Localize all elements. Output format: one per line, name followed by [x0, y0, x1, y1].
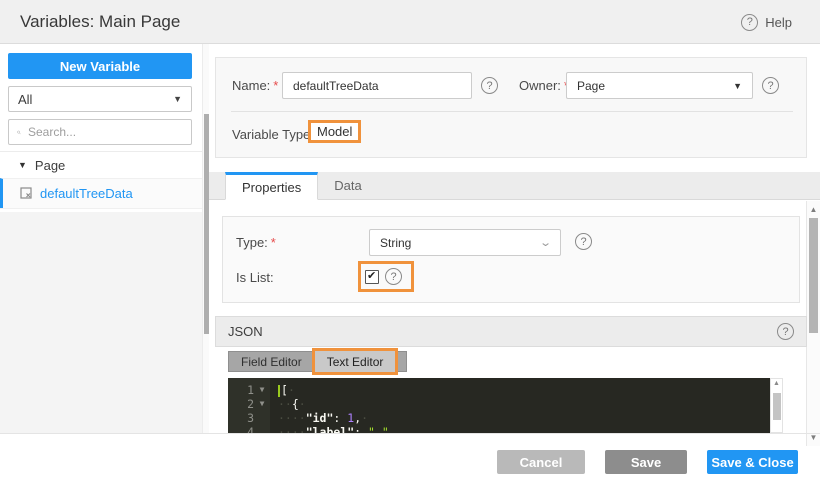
scroll-down-icon[interactable]: ▼ — [807, 433, 820, 442]
line-number: 3 — [247, 411, 254, 425]
name-label: Name: * — [232, 78, 279, 93]
code-line: 1 ▼ [· — [228, 383, 770, 397]
tab-bar: Properties Data — [209, 172, 820, 200]
variable-type-label: Variable Type: — [232, 127, 314, 142]
content-bottom-divider — [0, 433, 820, 434]
tree-item-defaultTreeData[interactable]: defaultTreeData — [0, 178, 202, 208]
new-variable-button[interactable]: New Variable — [8, 53, 192, 79]
variable-form-panel: Name:* ? Owner:* Page ▼ ? Variable Type:… — [215, 57, 807, 158]
sidebar-scrollbar-thumb[interactable] — [204, 114, 209, 334]
save-button[interactable]: Save — [605, 450, 687, 474]
model-variable-icon — [20, 187, 32, 199]
json-section-title: JSON — [228, 324, 263, 339]
variable-filter-value: All — [18, 91, 33, 107]
caret-down-icon: ▼ — [733, 80, 742, 91]
json-help-icon[interactable]: ? — [777, 323, 794, 340]
variables-sidebar: New Variable All ▼ ▼ Page defaultTreeDat… — [0, 44, 202, 433]
variables-dialog: Variables: Main Page ? Help New Variable… — [0, 0, 820, 490]
name-field[interactable] — [282, 72, 472, 99]
code-line: 3 ····"id": 1,· — [228, 411, 770, 425]
owner-select[interactable]: Page ▼ — [566, 72, 753, 99]
field-editor-button[interactable]: Field Editor — [228, 351, 315, 372]
owner-label: Owner:* — [519, 78, 569, 93]
is-list-highlight: ? — [358, 261, 414, 292]
editor-scrollbar-thumb[interactable] — [773, 393, 781, 420]
code-text: [· — [278, 383, 295, 397]
dialog-header: Variables: Main Page ? Help — [0, 0, 820, 44]
type-select[interactable]: String ⌄ — [369, 229, 561, 256]
line-number: 1 — [247, 383, 254, 397]
line-number: 2 — [247, 397, 254, 411]
code-text: ··{· — [278, 397, 306, 411]
type-label: Type: * — [236, 235, 276, 250]
fold-arrow-icon[interactable]: ▼ — [254, 383, 270, 397]
is-list-label: Is List: — [236, 270, 274, 285]
editor-scroll-up-icon[interactable]: ▲ — [771, 380, 782, 387]
owner-value: Page — [577, 78, 606, 93]
help-link[interactable]: ? Help — [741, 0, 792, 44]
name-input[interactable] — [283, 73, 471, 98]
fold-arrow-icon[interactable]: ▼ — [254, 397, 270, 411]
code-text: ····"id": 1,· — [278, 411, 369, 425]
search-icon — [17, 130, 21, 134]
tab-data[interactable]: Data — [318, 171, 377, 199]
line-number: 4 — [247, 425, 254, 433]
type-help-icon[interactable]: ? — [575, 233, 592, 250]
form-divider — [231, 111, 793, 112]
code-line: 2 ▼ ··{· — [228, 397, 770, 411]
tree-group-label: Page — [34, 157, 66, 173]
cancel-button[interactable]: Cancel — [497, 450, 585, 474]
sidebar-filler — [0, 212, 202, 433]
tab-properties[interactable]: Properties — [225, 172, 319, 200]
scroll-up-icon[interactable]: ▲ — [807, 205, 820, 214]
type-value: String — [380, 235, 412, 250]
is-list-help-icon[interactable]: ? — [385, 268, 402, 285]
is-list-checkbox[interactable] — [365, 269, 379, 284]
text-cursor — [278, 385, 280, 397]
owner-help-icon[interactable]: ? — [762, 77, 779, 94]
tree-item-label: defaultTreeData — [40, 186, 133, 201]
search-input[interactable] — [28, 125, 183, 139]
caret-down-icon: ▼ — [173, 94, 182, 104]
json-section-header: JSON ? — [215, 316, 807, 347]
editor-mode-buttons: Field Editor Text Editor — [228, 348, 408, 375]
code-line: 4 ····"label": "…" — [228, 425, 770, 433]
content-scrollbar[interactable]: ▲ ▼ — [806, 201, 820, 446]
chevron-down-icon: ⌄ — [538, 237, 552, 249]
code-text: ····"label": "…" — [278, 425, 389, 433]
page-title: Variables: Main Page — [20, 12, 181, 31]
help-label: Help — [765, 14, 792, 30]
tree-group-page[interactable]: ▼ Page — [0, 151, 202, 178]
sidebar-scrollbar[interactable] — [202, 44, 209, 433]
variable-search — [8, 119, 192, 145]
json-code-editor[interactable]: 1 ▼ [· 2 ▼ ··{· 3 ····"id": 1,· 4 ····"label": "…… — [228, 378, 770, 433]
save-and-close-button[interactable]: Save & Close — [707, 450, 798, 474]
caret-down-icon: ▼ — [18, 160, 27, 170]
editor-button-group-tail — [395, 351, 408, 372]
editor-scrollbar[interactable]: ▲ — [770, 378, 783, 433]
help-icon: ? — [741, 13, 759, 31]
name-help-icon[interactable]: ? — [481, 77, 498, 94]
text-editor-button[interactable]: Text Editor — [311, 348, 399, 375]
variable-filter-select[interactable]: All ▼ — [8, 86, 192, 112]
properties-panel: Type: * String ⌄ ? Is List: ? — [222, 216, 800, 303]
content-scrollbar-thumb[interactable] — [809, 218, 818, 333]
variable-type-value: Model — [308, 120, 362, 143]
